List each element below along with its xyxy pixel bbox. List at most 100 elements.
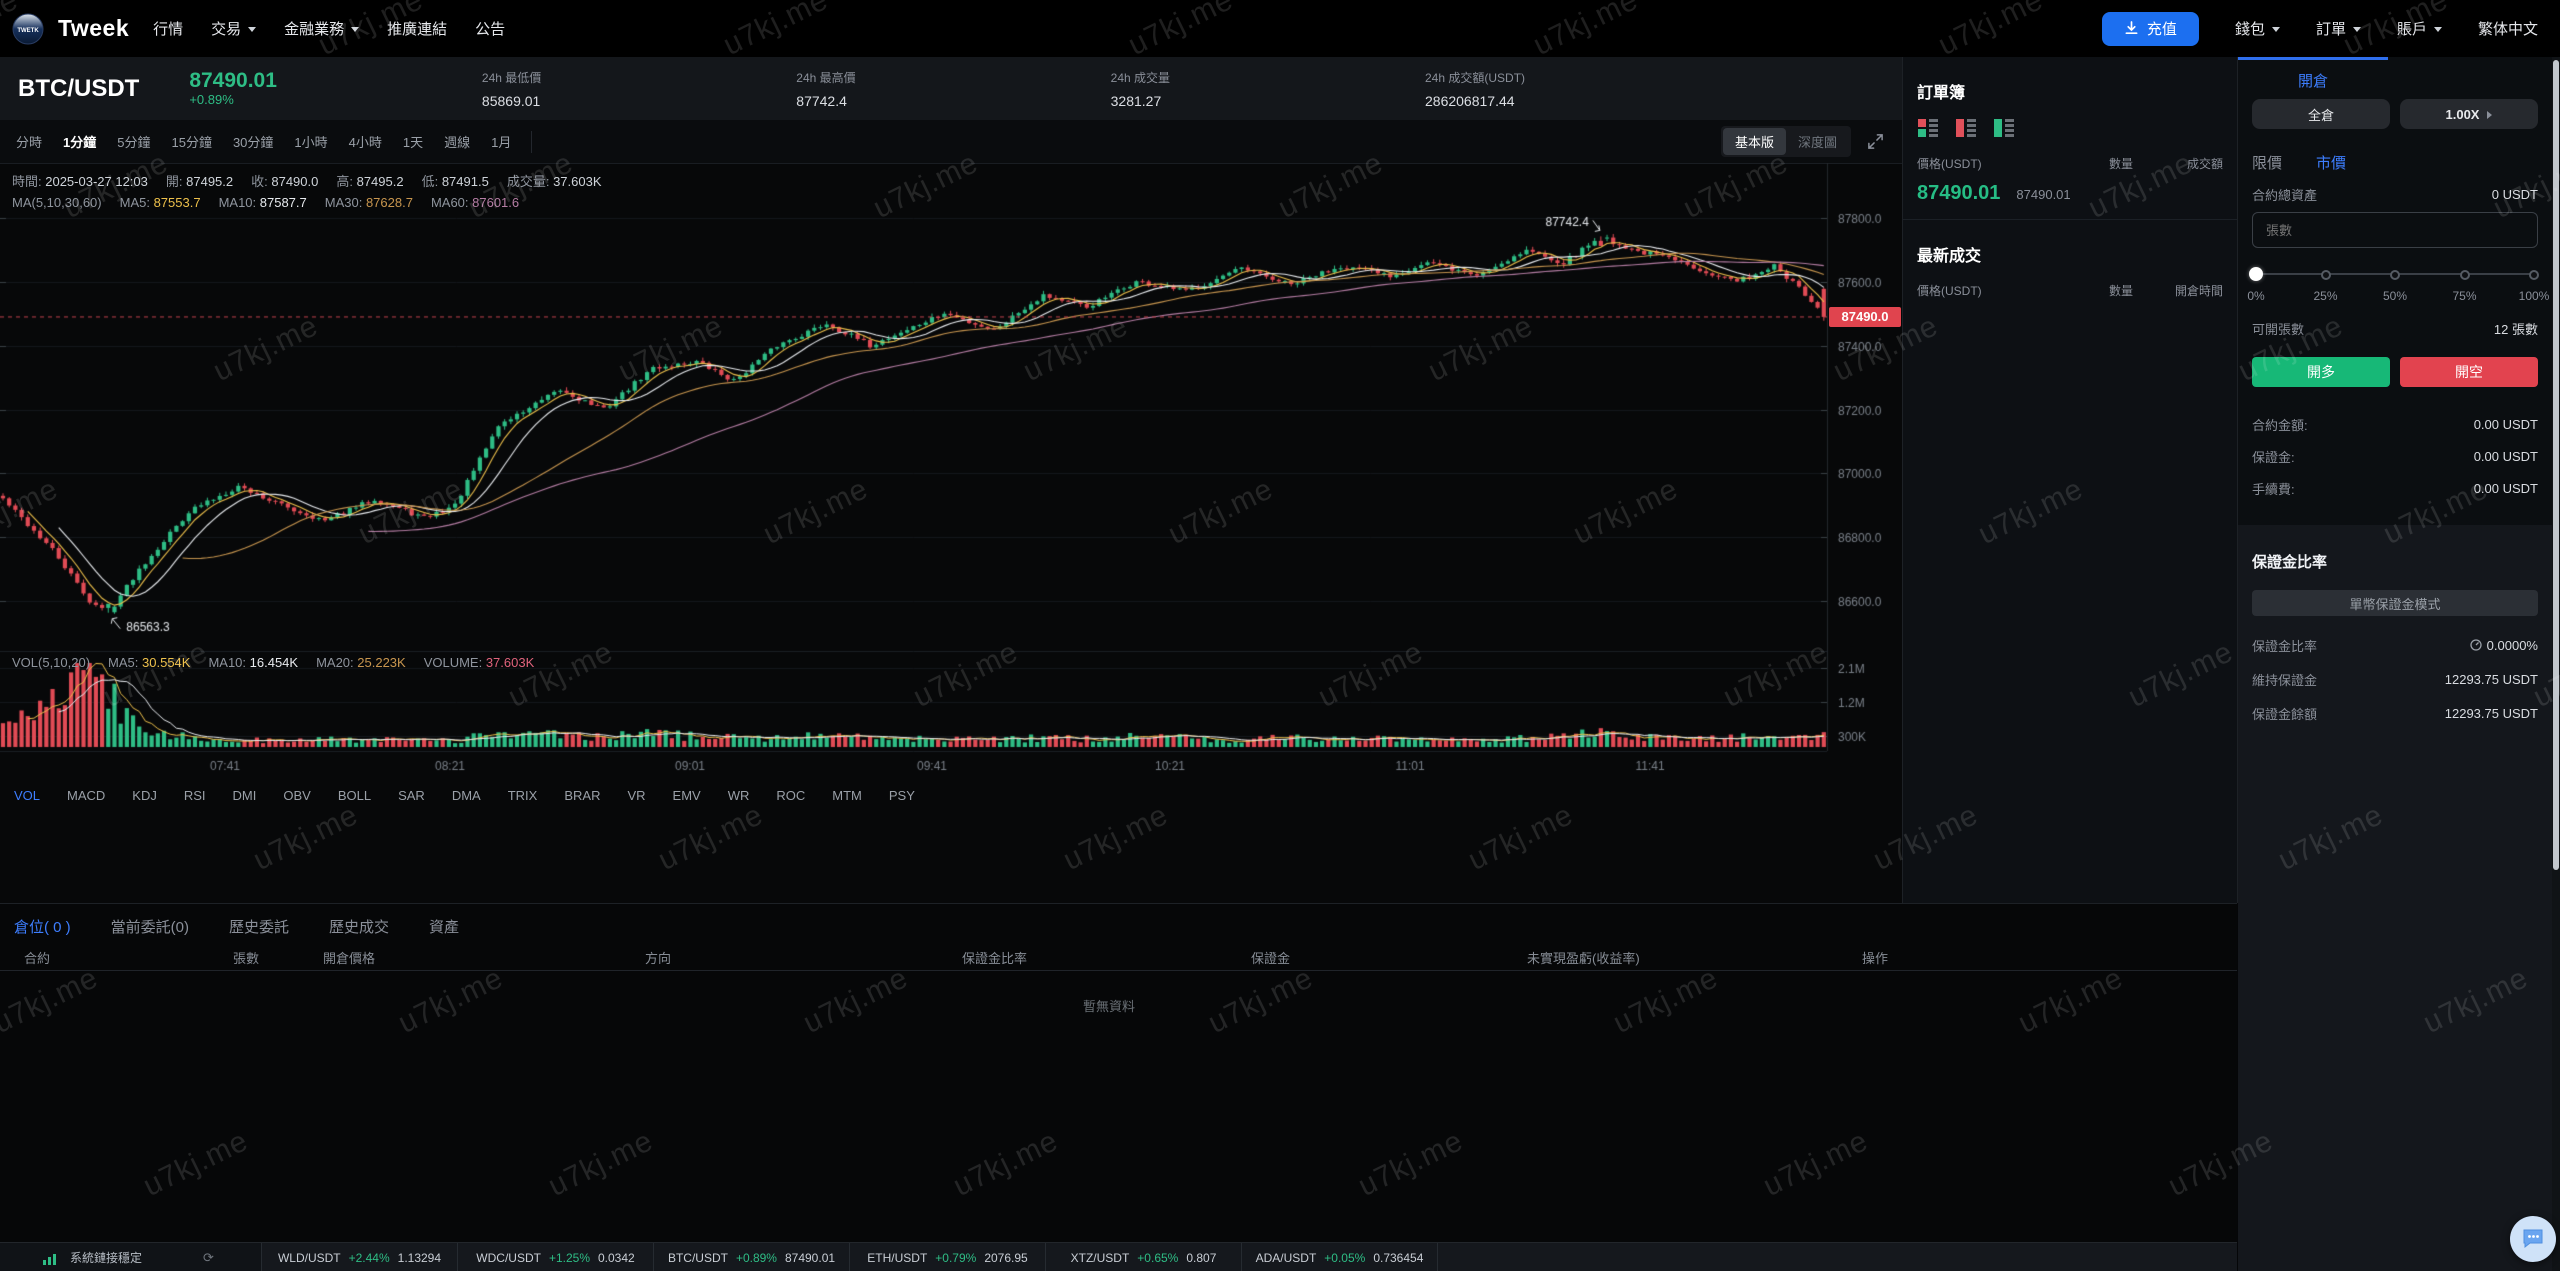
fullscreen-icon[interactable] bbox=[1867, 133, 1884, 150]
positions-tab-歷史成交[interactable]: 歷史成交 bbox=[329, 916, 389, 937]
status-bar: 系統鏈接穩定 ⟳ WLD/USDT +2.44% 1.13294 WDC/USDT +1… bbox=[0, 1242, 2237, 1271]
slider-dot-75[interactable] bbox=[2459, 270, 2470, 280]
kline-chart-canvas[interactable] bbox=[0, 163, 1902, 783]
orderbook-split-view-icon[interactable] bbox=[1917, 117, 1939, 139]
orderbook-column: 訂單簿 價格(USDT) 數量 成交額 87490.01 87490.01 最新… bbox=[1903, 57, 2238, 903]
indicator-tab-MTM[interactable]: MTM bbox=[832, 788, 862, 803]
indicator-tab-VOL[interactable]: VOL bbox=[14, 788, 40, 803]
nav-item-繁体中文[interactable]: 繁体中文 bbox=[2478, 18, 2538, 39]
indicator-tab-DMA[interactable]: DMA bbox=[452, 788, 481, 803]
ticker-cell-WDC/USDT[interactable]: WDC/USDT +1.25% 0.0342 bbox=[457, 1243, 653, 1271]
table-column-header: 合約 bbox=[24, 951, 51, 966]
order-type-限價[interactable]: 限價 bbox=[2252, 152, 2282, 173]
indicator-tab-MACD[interactable]: MACD bbox=[67, 788, 105, 803]
indicator-tab-DMI[interactable]: DMI bbox=[233, 788, 257, 803]
timeframe-週線[interactable]: 週線 bbox=[444, 132, 470, 151]
quantity-input[interactable] bbox=[2252, 212, 2538, 248]
row-label: 手續費: bbox=[2252, 482, 2295, 497]
timeframe-4小時[interactable]: 4小時 bbox=[349, 132, 382, 151]
col-header: 價格(USDT) bbox=[1917, 284, 1982, 298]
positions-table-divider bbox=[0, 970, 2237, 971]
positions-tab-當前委託(0)[interactable]: 當前委託(0) bbox=[111, 916, 189, 937]
info-value: 2025-03-27 12:03 bbox=[45, 174, 148, 189]
ticker-cell-XTZ/USDT[interactable]: XTZ/USDT +0.65% 0.807 bbox=[1045, 1243, 1241, 1271]
chart-mode-基本版[interactable]: 基本版 bbox=[1722, 128, 1786, 155]
ticker-strip: WLD/USDT +2.44% 1.13294 WDC/USDT +1.25% 0.034… bbox=[261, 1243, 1438, 1271]
order-summary-row: 手續費: 0.00 USDT bbox=[2252, 479, 2538, 498]
slider-thumb[interactable] bbox=[2249, 267, 2263, 281]
timeframe-1分鐘[interactable]: 1分鐘 bbox=[63, 132, 96, 151]
indicator-tab-ROC[interactable]: ROC bbox=[776, 788, 805, 803]
ticker-cell-BTC/USDT[interactable]: BTC/USDT +0.89% 87490.01 bbox=[653, 1243, 849, 1271]
slider-label: 100% bbox=[2518, 289, 2550, 303]
open-long-button[interactable]: 開多 bbox=[2252, 357, 2390, 387]
info-item: 成交量: 37.603K bbox=[507, 171, 602, 190]
stat-value: 85869.01 bbox=[481, 92, 541, 109]
nav-item-錢包[interactable]: 錢包 bbox=[2235, 18, 2280, 39]
timeframe-1天[interactable]: 1天 bbox=[403, 132, 423, 151]
deposit-button[interactable]: 充值 bbox=[2101, 11, 2199, 46]
indicator-tab-EMV[interactable]: EMV bbox=[673, 788, 701, 803]
indicator-tab-PSY[interactable]: PSY bbox=[889, 788, 915, 803]
timeframe-15分鐘[interactable]: 15分鐘 bbox=[171, 132, 211, 151]
timeframe-30分鐘[interactable]: 30分鐘 bbox=[233, 132, 273, 151]
download-icon bbox=[2125, 21, 2138, 35]
ticker-cell-WLD/USDT[interactable]: WLD/USDT +2.44% 1.13294 bbox=[261, 1243, 457, 1271]
indicator-tab-BOLL[interactable]: BOLL bbox=[338, 788, 371, 803]
timeframe-1小時[interactable]: 1小時 bbox=[294, 132, 327, 151]
orderbook-title: 訂單簿 bbox=[1917, 85, 1966, 102]
page-scrollbar[interactable] bbox=[2552, 57, 2560, 1271]
slider-dot-25[interactable] bbox=[2320, 270, 2331, 280]
tab-open-position[interactable]: 開倉 bbox=[2238, 70, 2388, 91]
chart-mode-深度圖[interactable]: 深度圖 bbox=[1786, 128, 1849, 155]
col-header: 數量 bbox=[2108, 284, 2133, 298]
indicator-tab-RSI[interactable]: RSI bbox=[184, 788, 206, 803]
timeframe-分時[interactable]: 分時 bbox=[16, 132, 42, 151]
single-coin-margin-mode-button[interactable]: 單幣保證金模式 bbox=[2252, 590, 2538, 616]
indicator-tab-VR[interactable]: VR bbox=[627, 788, 645, 803]
indicator-tab-WR[interactable]: WR bbox=[728, 788, 750, 803]
quantity-slider[interactable] bbox=[2249, 267, 2539, 281]
ticker-change: +0.89% bbox=[735, 1250, 777, 1265]
ticker-cell-ADA/USDT[interactable]: ADA/USDT +0.05% 0.736454 bbox=[1241, 1243, 1438, 1271]
ticker-cell-ETH/USDT[interactable]: ETH/USDT +0.79% 2076.95 bbox=[849, 1243, 1045, 1271]
slider-dot-50[interactable] bbox=[2390, 270, 2400, 280]
open-short-button[interactable]: 開空 bbox=[2400, 357, 2538, 387]
nav-item-公告[interactable]: 公告 bbox=[475, 18, 505, 39]
nav-item-交易[interactable]: 交易 bbox=[211, 18, 257, 39]
indicator-tab-OBV[interactable]: OBV bbox=[283, 788, 310, 803]
refresh-icon[interactable]: ⟳ bbox=[203, 1250, 214, 1266]
indicator-tab-SAR[interactable]: SAR bbox=[398, 788, 425, 803]
ticker-pair: WLD/USDT bbox=[277, 1250, 341, 1265]
recent-trades-headers: 價格(USDT) 數量 開倉時間 bbox=[1917, 282, 2223, 299]
scrollbar-thumb[interactable] bbox=[2553, 60, 2559, 870]
order-type-市價[interactable]: 市價 bbox=[2316, 152, 2346, 173]
positions-tab-歷史委託[interactable]: 歷史委託 bbox=[229, 916, 289, 937]
nav-item-推廣連結[interactable]: 推廣連結 bbox=[387, 18, 447, 39]
orderbook-sell-view-icon[interactable] bbox=[1955, 117, 1977, 139]
table-column-header: 方向 bbox=[645, 951, 672, 966]
connection-status: 系統鏈接穩定 ⟳ bbox=[0, 1243, 261, 1271]
slider-dot-100[interactable] bbox=[2529, 270, 2539, 280]
leverage-button[interactable]: 1.00X bbox=[2400, 99, 2538, 129]
indicator-tab-BRAR[interactable]: BRAR bbox=[564, 788, 600, 803]
margin-mode-button[interactable]: 全倉 bbox=[2252, 99, 2390, 129]
indicator-tab-TRIX[interactable]: TRIX bbox=[508, 788, 538, 803]
indicator-tab-KDJ[interactable]: KDJ bbox=[132, 788, 157, 803]
ticker-change: +2.44% bbox=[348, 1250, 390, 1265]
info-label: MA20: bbox=[316, 655, 358, 670]
orderbook-buy-view-icon[interactable] bbox=[1993, 117, 2015, 139]
timeframe-1月[interactable]: 1月 bbox=[491, 132, 511, 151]
chat-button[interactable] bbox=[2510, 1216, 2556, 1262]
stat-value: 286206817.44 bbox=[1425, 92, 1515, 109]
nav-item-訂單[interactable]: 訂單 bbox=[2316, 18, 2361, 39]
nav-item-行情[interactable]: 行情 bbox=[153, 18, 183, 39]
slider-label: 50% bbox=[2382, 289, 2408, 303]
info-item: 低: 87491.5 bbox=[422, 171, 489, 190]
timeframe-5分鐘[interactable]: 5分鐘 bbox=[117, 132, 150, 151]
nav-item-賬戶[interactable]: 賬戶 bbox=[2397, 18, 2442, 39]
positions-tab-倉位( 0 )[interactable]: 倉位( 0 ) bbox=[14, 916, 71, 937]
nav-item-金融業務[interactable]: 金融業務 bbox=[284, 18, 360, 39]
info-label: 時間: bbox=[12, 174, 46, 189]
positions-tab-資產[interactable]: 資產 bbox=[429, 916, 459, 937]
